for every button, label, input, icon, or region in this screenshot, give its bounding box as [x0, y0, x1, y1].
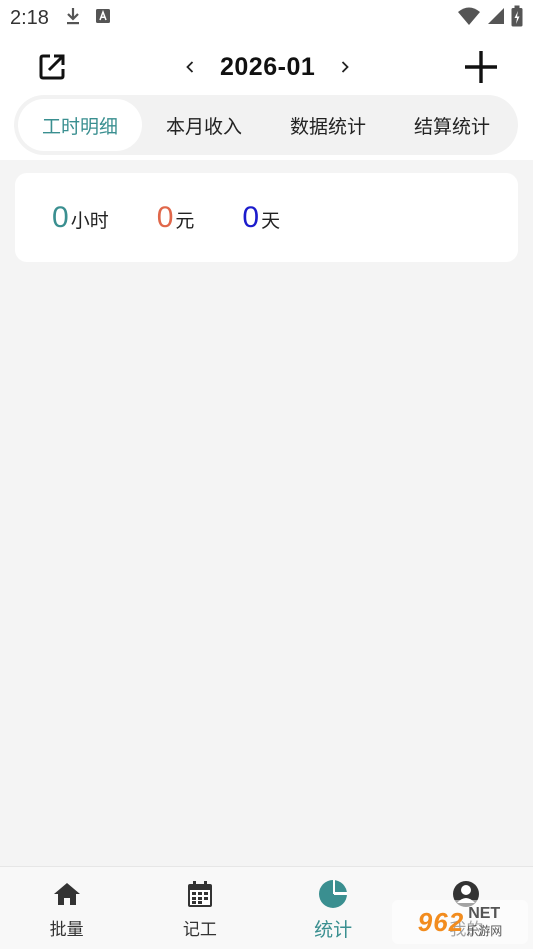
watermark-net: NET	[468, 904, 501, 922]
days-value: 0	[242, 200, 260, 234]
watermark-text-col: NET 乐游网	[466, 904, 503, 939]
current-month[interactable]: 2026-01	[220, 53, 315, 82]
signal-icon	[487, 7, 505, 29]
status-bar: 2:18	[0, 0, 533, 36]
status-time: 2:18	[10, 6, 49, 29]
money-unit: 元	[175, 209, 195, 232]
days-unit: 天	[261, 209, 281, 232]
tab-settlement-statistics[interactable]: 结算统计	[390, 99, 514, 151]
add-record-button[interactable]	[462, 48, 500, 86]
chevron-right-icon	[342, 61, 350, 73]
battery-icon	[511, 5, 523, 31]
hours-value: 0	[52, 200, 69, 234]
pie-chart-icon	[318, 879, 348, 909]
money-value: 0	[156, 200, 174, 234]
money-stat: 0 元	[157, 201, 195, 235]
nav-record-work-label: 记工	[182, 920, 217, 940]
nav-batch[interactable]: 批量	[0, 867, 133, 949]
export-button[interactable]	[36, 51, 68, 83]
tab-monthly-income[interactable]: 本月收入	[142, 99, 266, 151]
watermark-sub: 乐游网	[466, 923, 503, 938]
nav-statistics-label: 统计	[314, 919, 353, 941]
plus-icon	[465, 51, 497, 83]
tab-work-hours-detail[interactable]: 工时明细	[18, 99, 142, 151]
chevron-left-icon	[186, 61, 194, 73]
month-navigator: 2026-01	[178, 48, 357, 86]
header: 2026-01 工时明细 本月收入 数据统计 结算统计	[0, 36, 533, 160]
days-stat: 0 天	[242, 201, 280, 235]
tab-bar: 工时明细 本月收入 数据统计 结算统计	[14, 95, 518, 155]
download-icon	[65, 7, 81, 29]
status-icons-right	[457, 5, 523, 31]
status-icons-left	[65, 7, 111, 29]
hours-stat: 0 小时	[52, 201, 109, 235]
next-month-button[interactable]	[333, 52, 357, 82]
keyboard-a-icon	[95, 8, 111, 28]
calendar-icon	[185, 879, 215, 909]
hours-unit: 小时	[70, 209, 109, 232]
tab-data-statistics[interactable]: 数据统计	[266, 99, 390, 151]
home-icon	[52, 879, 82, 909]
nav-batch-label: 批量	[49, 920, 84, 940]
watermark-logo: 962 NET 乐游网	[392, 900, 528, 944]
prev-month-button[interactable]	[178, 52, 202, 82]
share-export-icon	[39, 54, 65, 80]
summary-card: 0 小时 0 元 0 天	[15, 173, 518, 262]
watermark-main: 962	[417, 906, 465, 937]
wifi-icon	[457, 7, 481, 29]
nav-record-work[interactable]: 记工	[133, 867, 266, 949]
nav-statistics[interactable]: 统计	[267, 867, 400, 949]
